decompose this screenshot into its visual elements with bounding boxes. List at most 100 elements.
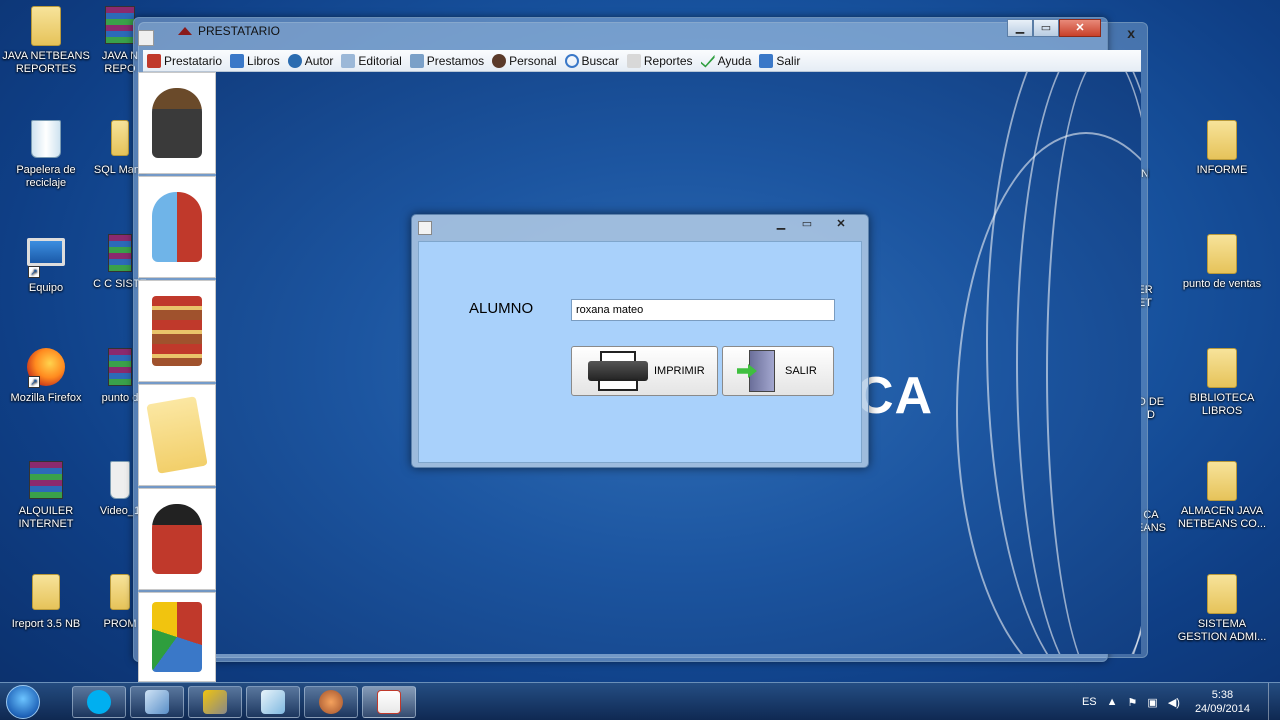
salir-button[interactable]: SALIR: [722, 346, 834, 396]
desktop-icon-informe[interactable]: INFORME: [1176, 120, 1268, 177]
taskbar-glassfish[interactable]: [304, 686, 358, 718]
side-button-autor[interactable]: [138, 176, 216, 278]
menu-reportes[interactable]: Reportes: [623, 50, 697, 72]
flag-icon[interactable]: ⚑: [1128, 696, 1138, 709]
firefox-icon: ↗: [26, 348, 66, 388]
check-icon: [700, 54, 715, 68]
desktop-icon-label: Ireport 3.5 NB: [11, 618, 81, 630]
window-title: PRESTATARIO: [198, 24, 281, 38]
desktop-icon-firefox[interactable]: ↗ Mozilla Firefox: [0, 348, 92, 405]
show-desktop-button[interactable]: [1268, 683, 1280, 720]
desktop-icon-biblioteca-libros[interactable]: BIBLIOTECA LIBROS: [1176, 348, 1268, 418]
printer-icon: [588, 349, 648, 393]
language-indicator[interactable]: ES: [1082, 696, 1097, 708]
imprimir-label: IMPRIMIR: [654, 365, 705, 377]
dialog-controls: ▁ ▭ ✕: [768, 215, 862, 233]
dialog-titlebar[interactable]: ▁ ▭ ✕: [412, 215, 868, 241]
taskbar-tools[interactable]: [188, 686, 242, 718]
minimize-button[interactable]: ▁: [768, 215, 794, 233]
menu-label: Reportes: [643, 53, 693, 68]
recycle-bin-icon: [26, 120, 66, 160]
desktop-icon-alquiler-internet[interactable]: ALQUILER INTERNET: [0, 461, 92, 531]
side-button-libros[interactable]: [138, 280, 216, 382]
desktop-icon-recycle-bin[interactable]: Papelera de reciclaje: [0, 120, 92, 190]
folder-icon: [1202, 234, 1242, 274]
exit-door-icon: [737, 350, 775, 392]
user-icon: [287, 53, 302, 68]
menu-ayuda[interactable]: Ayuda: [697, 50, 756, 72]
alumno-input[interactable]: [571, 299, 835, 321]
minimize-button[interactable]: ▁: [1007, 19, 1033, 37]
document-icon: [341, 53, 356, 68]
alumno-label: ALUMNO: [469, 300, 534, 317]
side-button-prestatario[interactable]: [138, 72, 216, 174]
side-button-personal[interactable]: [138, 488, 216, 590]
menu-label: Autor: [304, 53, 334, 68]
volume-icon[interactable]: ◀): [1168, 696, 1180, 709]
taskbar-java[interactable]: [362, 686, 416, 718]
desktop-icon-java-netbeans-reportes[interactable]: JAVA NETBEANS REPORTES: [0, 6, 92, 76]
side-button-prestamos[interactable]: [138, 384, 216, 486]
maximize-button[interactable]: ▭: [1033, 19, 1059, 37]
imprimir-button[interactable]: IMPRIMIR: [571, 346, 718, 396]
businessman-icon: [152, 88, 202, 158]
desktop-icon-almacen-java[interactable]: ALMACEN JAVA NETBEANS CO...: [1176, 461, 1268, 531]
chevron-up-icon[interactable]: ▲: [1107, 696, 1118, 708]
start-button[interactable]: [6, 685, 40, 719]
desktop-icon-label: ALQUILER INTERNET: [18, 505, 74, 530]
salir-label: SALIR: [785, 365, 817, 377]
desktop-icon-punto-de-ventas[interactable]: punto de ventas: [1176, 234, 1268, 291]
desktop-icon-label: punto de ventas: [1182, 278, 1262, 290]
skype-icon: [87, 690, 111, 714]
folder-icon: [26, 6, 66, 46]
menu-salir[interactable]: Salir: [755, 50, 804, 72]
tools-icon: [203, 690, 227, 714]
background-swirl: [956, 132, 1141, 654]
desktop-icon-label: BIBLIOTECA LIBROS: [1189, 392, 1255, 417]
network-icon[interactable]: ▣: [1147, 696, 1157, 709]
cube-icon: [145, 690, 169, 714]
menu-autor[interactable]: Autor: [284, 50, 338, 72]
close-button[interactable]: ✕: [820, 215, 862, 233]
menu-label: Prestamos: [426, 53, 485, 68]
menu-bar: Prestatario Libros Autor Editorial Prest…: [143, 50, 1141, 72]
taskbar-notes[interactable]: [246, 686, 300, 718]
desktop-icon-label: INFORME: [1196, 164, 1248, 176]
desktop-icon-label: SISTEMA GESTION ADMI...: [1177, 618, 1267, 643]
menu-prestatario[interactable]: Prestatario: [143, 50, 226, 72]
app-logo-icon: [178, 27, 192, 35]
menu-prestamos[interactable]: Prestamos: [406, 50, 488, 72]
folder-icon: [1202, 348, 1242, 388]
taskbar-virtualbox[interactable]: [130, 686, 184, 718]
maximize-button[interactable]: ▭: [794, 215, 820, 233]
menu-buscar[interactable]: Buscar: [561, 50, 623, 72]
report-icon: [626, 53, 641, 68]
desktop-icon-ireport[interactable]: Ireport 3.5 NB: [0, 574, 92, 631]
taskbar-skype[interactable]: [72, 686, 126, 718]
menu-personal[interactable]: Personal: [488, 50, 560, 72]
desktop-icon-sistema-gestion[interactable]: SISTEMA GESTION ADMI...: [1176, 574, 1268, 644]
desktop-icon-label: ALMACEN JAVA NETBEANS CO...: [1177, 505, 1267, 530]
close-icon[interactable]: x: [1127, 25, 1135, 41]
menu-label: Libros: [247, 53, 280, 68]
people-icon: [152, 192, 202, 262]
side-button-reportes[interactable]: [138, 592, 216, 682]
notes-icon: [261, 690, 285, 714]
desktop-icon-computer[interactable]: ↗ Equipo: [0, 234, 92, 295]
dialog-body: ALUMNO IMPRIMIR SALIR: [418, 241, 862, 463]
window-controls: ▁ ▭ ✕: [1007, 19, 1101, 37]
clock-time: 5:38: [1211, 689, 1234, 701]
folder-icon: [1202, 120, 1242, 160]
menu-editorial[interactable]: Editorial: [337, 50, 405, 72]
folder-icon: [1202, 574, 1242, 614]
menu-libros[interactable]: Libros: [226, 50, 284, 72]
side-toolbar: [138, 72, 216, 682]
chart-report-icon: [152, 602, 202, 672]
window-titlebar[interactable]: PRESTATARIO: [134, 18, 1107, 44]
java-icon: [138, 30, 154, 46]
clock-date: 24/09/2014: [1194, 703, 1250, 715]
java-icon: [418, 221, 432, 235]
clock[interactable]: 5:38 24/09/2014: [1195, 688, 1250, 716]
close-button[interactable]: ✕: [1059, 19, 1101, 37]
folder-icon: [26, 574, 66, 614]
